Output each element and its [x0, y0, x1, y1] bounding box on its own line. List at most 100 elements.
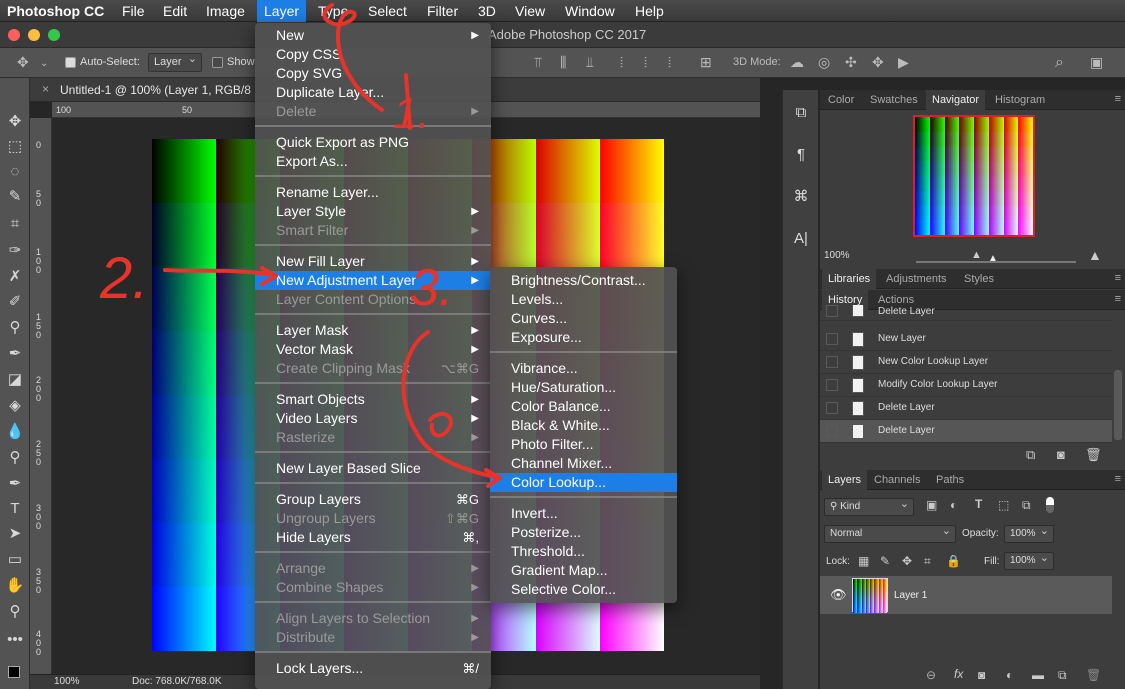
align-bottom-icon[interactable]: ⫫	[586, 54, 594, 71]
layer-menu-item[interactable]: Arrange ▶	[255, 559, 491, 578]
fill-input[interactable]: 100%	[1004, 550, 1054, 570]
clone-stamp-tool-icon[interactable]: ⚲	[5, 318, 25, 338]
layer-menu-item[interactable]: Create Clipping Mask ⌥⌘G	[255, 359, 491, 378]
history-snapshot-checkbox[interactable]	[826, 425, 838, 437]
history-snapshot-checkbox[interactable]	[826, 305, 838, 317]
3d-panel-icon[interactable]: ⧉	[792, 104, 810, 122]
layer-menu-item[interactable]: Copy CSS	[255, 45, 491, 64]
layer-thumbnail[interactable]	[852, 578, 888, 613]
move-tool-icon[interactable]: ✥	[17, 54, 29, 71]
adjustment-menu-item[interactable]: Black & White...	[490, 416, 677, 435]
menu-view[interactable]: View	[508, 0, 552, 22]
history-item[interactable]: Delete Layer	[820, 305, 1112, 321]
quick-selection-tool-icon[interactable]: ✎	[5, 187, 25, 207]
hand-tool-icon[interactable]: ✋	[5, 576, 25, 596]
adjustment-menu-item[interactable]: Hue/Saturation...	[490, 378, 677, 397]
layer-menu-item[interactable]: Vector Mask ▶	[255, 340, 491, 359]
navigator-zoom[interactable]: 100%	[824, 250, 850, 261]
zoom-out-icon[interactable]: ▲	[971, 249, 982, 261]
layer-menu-item[interactable]: Layer Mask ▶	[255, 321, 491, 340]
layer-menu-item[interactable]: Rasterize ▶	[255, 428, 491, 447]
camera-icon[interactable]: ◙	[1057, 447, 1065, 462]
drag-3d-icon[interactable]: ✣	[845, 54, 857, 71]
scale-3d-icon[interactable]: ▶	[898, 54, 909, 71]
adjustment-menu-item[interactable]: Channel Mixer...	[490, 454, 677, 473]
layer-menu-item[interactable]: Export As...	[255, 152, 491, 171]
adjustment-menu-item[interactable]: Exposure...	[490, 328, 677, 347]
history-item[interactable]: Delete Layer	[820, 397, 1112, 420]
auto-align-icon[interactable]: ⊞	[700, 54, 712, 71]
history-snapshot-checkbox[interactable]	[826, 333, 838, 345]
orbit-3d-icon[interactable]: ☁	[790, 54, 804, 71]
align-top-icon[interactable]: ⫪	[534, 54, 542, 71]
rectangle-tool-icon[interactable]: ▭	[5, 550, 25, 570]
path-selection-tool-icon[interactable]: ➤	[5, 524, 25, 544]
zoom-tool-icon[interactable]: ⚲	[5, 602, 25, 622]
brush-tool-icon[interactable]: ✐	[5, 292, 25, 312]
app-menu[interactable]: Photoshop CC	[0, 0, 111, 22]
opacity-input[interactable]: 100%	[1004, 523, 1054, 543]
history-snapshot-checkbox[interactable]	[826, 402, 838, 414]
adjustment-menu-item[interactable]: Brightness/Contrast...	[490, 271, 677, 290]
adjustment-menu-item[interactable]: Gradient Map...	[490, 561, 677, 580]
tab-libraries[interactable]: Libraries	[822, 269, 877, 289]
layer-filter-kind-dropdown[interactable]: ⚲ Kind	[824, 496, 914, 516]
layer-menu-item[interactable]: Duplicate Layer...	[255, 83, 491, 102]
layer-menu-item[interactable]: Video Layers ▶	[255, 409, 491, 428]
menu-edit[interactable]: Edit	[156, 0, 194, 22]
lock-position-icon[interactable]: ✥	[902, 554, 912, 568]
eye-visibility-icon[interactable]: 👁	[830, 587, 847, 603]
adjustment-menu-item[interactable]: Levels...	[490, 290, 677, 309]
layer-menu-item[interactable]: Copy SVG	[255, 64, 491, 83]
panel-menu-icon[interactable]: ≡	[1115, 93, 1121, 105]
history-snapshot-checkbox[interactable]	[826, 379, 838, 391]
type-tool-icon[interactable]: T	[5, 499, 25, 519]
blend-mode-dropdown[interactable]: Normal	[824, 523, 956, 543]
layer-menu-item[interactable]: Hide Layers ⌘,	[255, 528, 491, 547]
roll-3d-icon[interactable]: ◎	[818, 54, 830, 71]
layer-menu-item[interactable]: Quick Export as PNG	[255, 133, 491, 152]
character-panel-icon[interactable]: A|	[792, 230, 810, 248]
history-item[interactable]: Delete Layer	[820, 420, 1112, 443]
layer-row[interactable]: 👁 Layer 1	[820, 576, 1112, 614]
history-item[interactable]: Modify Color Lookup Layer	[820, 374, 1112, 397]
tab-histogram[interactable]: Histogram	[989, 90, 1051, 110]
panel-menu-icon[interactable]: ≡	[1115, 473, 1121, 485]
layer-menu-item[interactable]: Smart Filter ▶	[255, 221, 491, 240]
menu-3d[interactable]: 3D	[471, 0, 503, 22]
move-tool-icon[interactable]: ✥	[5, 112, 25, 132]
more-tools-icon[interactable]: •••	[5, 630, 25, 650]
layer-menu-item[interactable]: Ungroup Layers ⇧⌘G	[255, 509, 491, 528]
dodge-tool-icon[interactable]: ⚲	[5, 448, 25, 468]
history-snapshot-checkbox[interactable]	[826, 356, 838, 368]
filter-shape-layers-icon[interactable]: ⬚	[998, 498, 1009, 512]
add-mask-icon[interactable]: ◙	[978, 668, 985, 682]
tab-swatches[interactable]: Swatches	[864, 90, 924, 110]
lasso-tool-icon[interactable]: ◌	[5, 162, 25, 182]
history-scrollbar[interactable]	[1114, 370, 1122, 440]
adjustment-menu-item[interactable]: Color Balance...	[490, 397, 677, 416]
adjustment-menu-item[interactable]: Threshold...	[490, 542, 677, 561]
tab-channels[interactable]: Channels	[868, 470, 926, 490]
workspace-icon[interactable]: ▣	[1090, 54, 1103, 71]
filter-type-layers-icon[interactable]: T	[975, 497, 982, 511]
crop-tool-icon[interactable]: ⌗	[5, 214, 25, 234]
layer-menu-item[interactable]: Group Layers ⌘G	[255, 490, 491, 509]
adjustment-menu-item[interactable]: Curves...	[490, 309, 677, 328]
menu-layer[interactable]: Layer	[257, 0, 307, 22]
tab-adjustments[interactable]: Adjustments	[880, 269, 953, 289]
layer-menu-item[interactable]: Lock Layers... ⌘/	[255, 659, 491, 678]
layer-menu-item[interactable]: Smart Objects ▶	[255, 390, 491, 409]
layer-menu-item[interactable]: Combine Shapes ▶	[255, 578, 491, 597]
align-middle-icon[interactable]: ⫼	[560, 54, 566, 71]
trash-icon[interactable]: 🗑	[1085, 447, 1102, 463]
tab-paths[interactable]: Paths	[930, 470, 970, 490]
new-group-icon[interactable]: ▬	[1032, 668, 1044, 682]
adjustment-menu-item[interactable]: Color Lookup...	[490, 473, 677, 492]
distribute-right-icon[interactable]: ⦙	[668, 54, 671, 71]
navigator-thumbnail[interactable]	[913, 115, 1035, 237]
filter-smart-objects-icon[interactable]: ⧉	[1022, 498, 1031, 513]
layer-menu-item[interactable]: New Fill Layer ▶	[255, 252, 491, 271]
layer-menu-item[interactable]: New Layer Based Slice	[255, 459, 491, 478]
menu-filter[interactable]: Filter	[420, 0, 465, 22]
